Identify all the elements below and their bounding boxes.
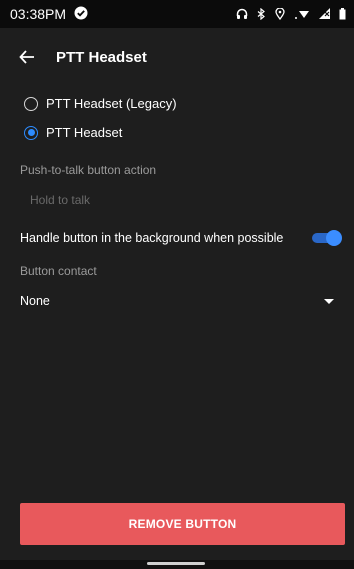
ptt-action-value[interactable]: Hold to talk (30, 193, 90, 207)
ptt-action-label: Push-to-talk button action (20, 163, 157, 177)
radio-checked-icon[interactable] (24, 125, 38, 140)
background-handling-toggle[interactable] (312, 230, 342, 246)
location-icon (275, 8, 285, 20)
headset-icon (236, 8, 248, 20)
navigation-bar (0, 560, 354, 569)
background-handling-row[interactable]: Handle button in the background when pos… (20, 230, 342, 246)
background-handling-label: Handle button in the background when pos… (20, 231, 284, 245)
status-bar: 03:38PM (0, 0, 354, 28)
toolbar: PTT Headset (0, 28, 354, 86)
radio-label-ptt-headset: PTT Headset (46, 125, 123, 140)
radio-option-legacy[interactable]: PTT Headset (Legacy) (24, 96, 177, 111)
status-icons (236, 8, 346, 20)
button-contact-select[interactable]: None (20, 294, 334, 308)
back-arrow-icon[interactable] (16, 46, 38, 68)
page-title: PTT Headset (56, 48, 147, 66)
dropdown-arrow-icon[interactable] (324, 298, 334, 304)
radio-label-legacy: PTT Headset (Legacy) (46, 96, 177, 111)
button-contact-value: None (20, 294, 50, 308)
battery-icon (339, 8, 346, 20)
ptt-headset-screen: PTT Headset PTT Headset (Legacy) PTT Hea… (0, 28, 354, 569)
status-left: 03:38PM (10, 6, 88, 23)
radio-unchecked-icon[interactable] (24, 96, 38, 111)
remove-button[interactable]: REMOVE BUTTON (20, 503, 345, 545)
button-contact-label: Button contact (20, 264, 97, 278)
check-circle-icon (74, 6, 88, 23)
bluetooth-icon (257, 8, 266, 20)
signal-icon (319, 8, 330, 20)
status-time: 03:38PM (10, 6, 67, 22)
wifi-icon (294, 8, 310, 20)
home-indicator[interactable] (147, 562, 205, 565)
radio-option-ptt-headset[interactable]: PTT Headset (24, 125, 122, 140)
